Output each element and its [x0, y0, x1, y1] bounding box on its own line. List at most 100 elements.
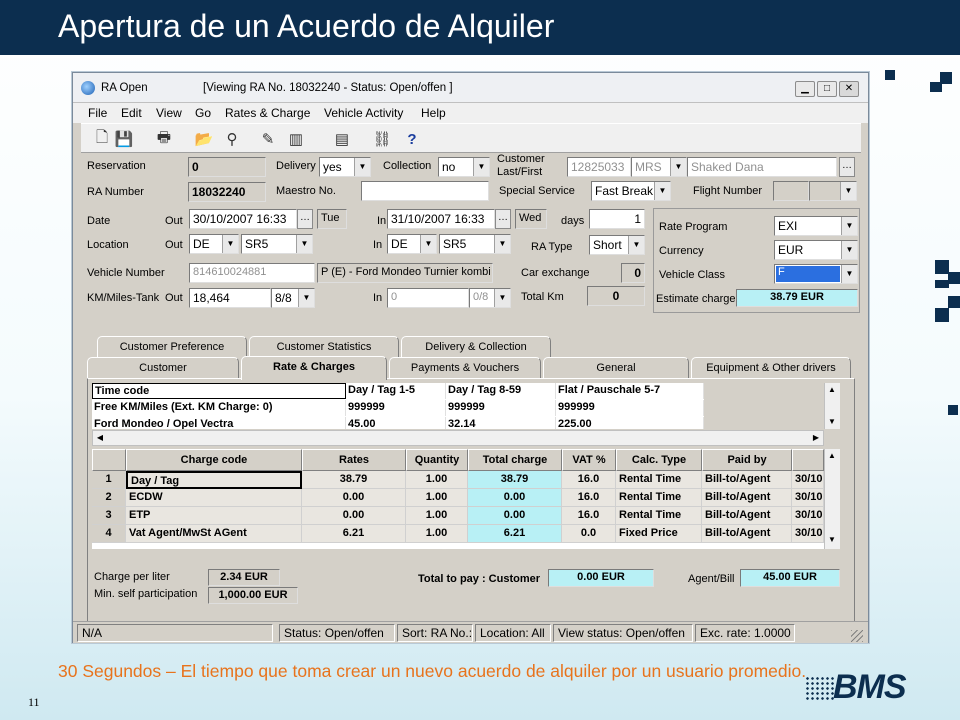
menu-view[interactable]: View: [156, 106, 182, 120]
chevron-down-icon[interactable]: ▼: [494, 289, 510, 307]
paid-by-cell[interactable]: Bill-to/Agent: [702, 507, 792, 525]
km-out-field[interactable]: 18,464: [189, 288, 271, 308]
calc-type-cell[interactable]: Rental Time: [616, 471, 702, 489]
chevron-down-icon[interactable]: ▼: [841, 265, 857, 283]
table-row[interactable]: Free KM/Miles (Ext. KM Charge: 0) 999999…: [92, 400, 704, 416]
binoculars-icon[interactable]: ⚲: [221, 128, 243, 150]
chevron-down-icon[interactable]: ▼: [840, 182, 856, 200]
row-number[interactable]: 1: [92, 471, 126, 489]
currency-select[interactable]: EUR ▼: [774, 240, 858, 260]
tab-equipment-drivers[interactable]: Equipment & Other drivers: [691, 357, 851, 379]
rate-program-select[interactable]: EXI ▼: [774, 216, 858, 236]
menu-file[interactable]: File: [88, 106, 107, 120]
location-out-station-select[interactable]: SR5 ▼: [241, 234, 313, 254]
vehicle-class-select[interactable]: F ▼: [774, 264, 858, 284]
charge-code-cell[interactable]: Day / Tag: [126, 471, 302, 489]
charge-table-header-cell[interactable]: Charge code: [126, 449, 302, 471]
tab-payments-vouchers[interactable]: Payments & Vouchers: [389, 357, 541, 379]
charge-table-header-cell[interactable]: [92, 449, 126, 471]
open-folder-icon[interactable]: 📂: [193, 128, 215, 150]
customer-lookup-button[interactable]: …: [839, 157, 855, 177]
charge-code-cell[interactable]: ECDW: [126, 489, 302, 507]
tab-customer-statistics[interactable]: Customer Statistics: [249, 336, 399, 358]
km-in-field[interactable]: 0: [387, 288, 469, 308]
minimize-button[interactable]: ▁: [795, 81, 815, 97]
chevron-down-icon[interactable]: ▼: [841, 217, 857, 235]
edit-icon[interactable]: ✎: [257, 128, 279, 150]
scroll-down-icon[interactable]: ▼: [825, 415, 839, 429]
rates-cell[interactable]: 6.21: [302, 525, 406, 543]
chart-icon[interactable]: ▥: [285, 128, 307, 150]
chevron-down-icon[interactable]: ▼: [494, 235, 510, 253]
rate-table-header-cell[interactable]: Day / Tag 8-59: [446, 383, 556, 399]
scroll-down-icon[interactable]: ▼: [825, 533, 839, 547]
chevron-down-icon[interactable]: ▼: [296, 235, 312, 253]
rates-cell[interactable]: 0.00: [302, 507, 406, 525]
charge-table-header-cell[interactable]: Paid by: [702, 449, 792, 471]
charge-code-cell[interactable]: ETP: [126, 507, 302, 525]
new-icon[interactable]: 🗋: [91, 128, 113, 150]
paid-by-cell[interactable]: Bill-to/Agent: [702, 489, 792, 507]
menu-help[interactable]: Help: [421, 106, 446, 120]
chevron-down-icon[interactable]: ▼: [420, 235, 436, 253]
menu-rates-charge[interactable]: Rates & Charge: [225, 106, 310, 120]
tab-customer-preference[interactable]: Customer Preference: [97, 336, 247, 358]
chevron-down-icon[interactable]: ▼: [841, 241, 857, 259]
tab-general[interactable]: General: [543, 357, 689, 379]
vat-cell[interactable]: 16.0: [562, 471, 616, 489]
chevron-down-icon[interactable]: ▼: [354, 158, 370, 176]
paid-by-cell[interactable]: Bill-to/Agent: [702, 471, 792, 489]
special-service-select[interactable]: Fast Break ▼: [591, 181, 671, 201]
quantity-cell[interactable]: 1.00: [406, 507, 468, 525]
link-icon[interactable]: ⛓: [371, 128, 393, 150]
table-row[interactable]: Ford Mondeo / Opel Vectra 45.00 32.14 22…: [92, 417, 704, 429]
help-icon[interactable]: ?: [401, 128, 423, 150]
flight-number-field[interactable]: [773, 181, 809, 201]
days-field[interactable]: 1: [589, 209, 645, 229]
location-in-station-select[interactable]: SR5 ▼: [439, 234, 511, 254]
location-in-country-select[interactable]: DE ▼: [387, 234, 437, 254]
chevron-down-icon[interactable]: ▼: [473, 158, 489, 176]
document-icon[interactable]: ▤: [331, 128, 353, 150]
chevron-down-icon[interactable]: ▼: [670, 158, 686, 176]
window-titlebar[interactable]: RA Open [Viewing RA No. 18032240 - Statu…: [73, 73, 868, 103]
calc-type-cell[interactable]: Rental Time: [616, 489, 702, 507]
tab-customer[interactable]: Customer: [87, 357, 239, 379]
chevron-down-icon[interactable]: ▼: [222, 235, 238, 253]
maximize-button[interactable]: □: [817, 81, 837, 97]
tank-out-select[interactable]: 8/8 ▼: [271, 288, 315, 308]
save-icon[interactable]: 💾: [113, 128, 135, 150]
customer-id-field[interactable]: 12825033: [567, 157, 631, 177]
chevron-down-icon[interactable]: ▼: [298, 289, 314, 307]
date-cell[interactable]: 30/10: [792, 471, 824, 489]
location-out-country-select[interactable]: DE ▼: [189, 234, 239, 254]
chevron-down-icon[interactable]: ▼: [654, 182, 670, 200]
flight-number-select[interactable]: ▼: [809, 181, 857, 201]
date-out-field[interactable]: 30/10/2007 16:33: [189, 209, 297, 229]
scroll-up-icon[interactable]: ▲: [825, 449, 839, 463]
charge-code-cell[interactable]: Vat Agent/MwSt AGent: [126, 525, 302, 543]
close-button[interactable]: ✕: [839, 81, 859, 97]
charge-table-header-cell[interactable]: Total charge: [468, 449, 562, 471]
date-in-field[interactable]: 31/10/2007 16:33: [387, 209, 495, 229]
calc-type-cell[interactable]: Fixed Price: [616, 525, 702, 543]
delivery-select[interactable]: yes ▼: [319, 157, 371, 177]
chevron-down-icon[interactable]: ▼: [628, 236, 644, 254]
row-number[interactable]: 2: [92, 489, 126, 507]
charge-table-header-cell[interactable]: Quantity: [406, 449, 468, 471]
maestro-field[interactable]: [361, 181, 489, 201]
vehicle-number-field[interactable]: 814610024881: [189, 263, 315, 283]
scroll-up-icon[interactable]: ▲: [825, 383, 839, 397]
row-number[interactable]: 3: [92, 507, 126, 525]
date-cell[interactable]: 30/10: [792, 489, 824, 507]
rate-table-header-cell[interactable]: Flat / Pauschale 5-7: [556, 383, 704, 399]
quantity-cell[interactable]: 1.00: [406, 525, 468, 543]
charge-table-vscroll[interactable]: ▲ ▼: [824, 449, 840, 549]
date-out-picker-button[interactable]: …: [297, 209, 313, 229]
customer-name-field[interactable]: Shaked Dana: [687, 157, 837, 177]
date-cell[interactable]: 30/10: [792, 525, 824, 543]
customer-type-select[interactable]: MRS ▼: [631, 157, 687, 177]
quantity-cell[interactable]: 1.00: [406, 489, 468, 507]
rate-table-header-cell[interactable]: Time code: [92, 383, 346, 399]
rates-cell[interactable]: 0.00: [302, 489, 406, 507]
